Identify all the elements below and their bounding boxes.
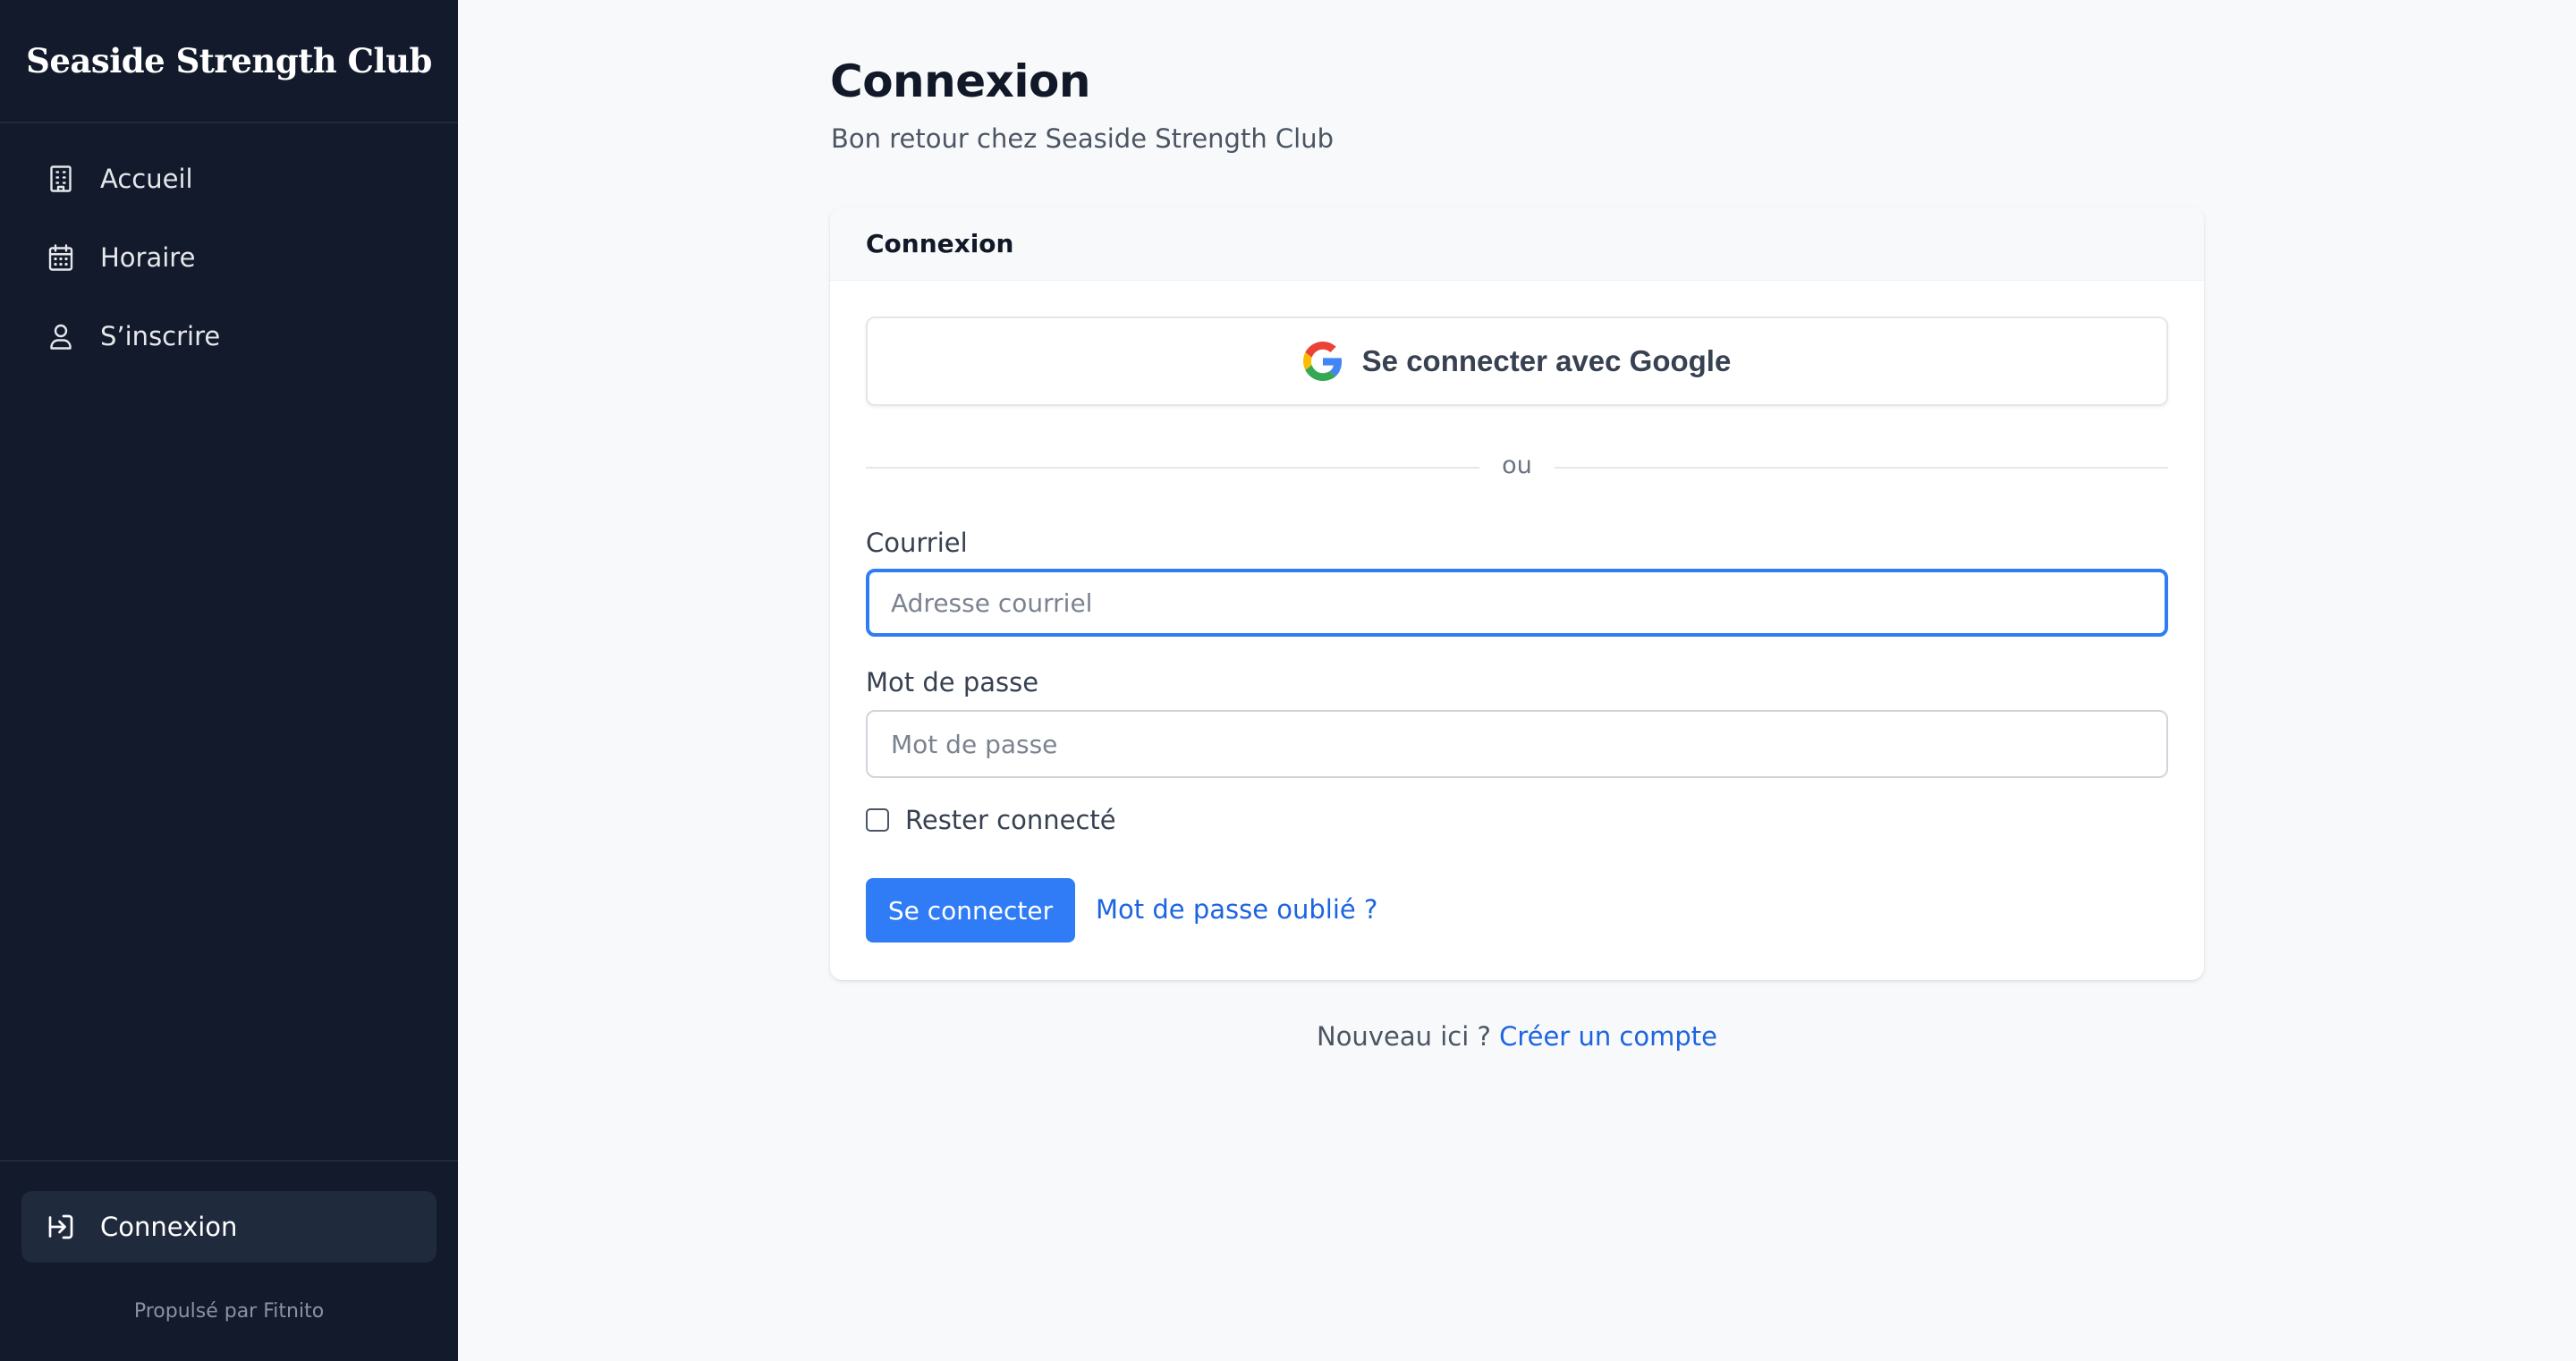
signup-line: Nouveau ici ? Créer un compte — [830, 1021, 2204, 1052]
remember-label: Rester connecté — [905, 805, 1116, 835]
google-button-label: Se connecter avec Google — [1361, 344, 1732, 377]
email-field[interactable] — [866, 569, 2168, 637]
create-account-link[interactable]: Créer un compte — [1499, 1021, 1717, 1052]
password-label: Mot de passe — [866, 667, 1039, 697]
login-card: Connexion Se connecter avec Google ou Co… — [830, 207, 2204, 980]
powered-by: Propulsé par Fitnito — [133, 1300, 325, 1323]
divider-text: ou — [1502, 452, 1532, 479]
page-title: Connexion — [830, 55, 1090, 107]
or-divider: ou — [866, 452, 2168, 479]
login-icon — [43, 1209, 79, 1245]
remember-checkbox[interactable] — [866, 808, 889, 832]
forgot-password-link[interactable]: Mot de passe oublié ? — [1096, 894, 1377, 925]
calendar-icon — [43, 240, 79, 275]
signup-prompt: Nouveau ici ? — [1317, 1021, 1491, 1052]
sidebar-item-connexion[interactable]: Connexion — [21, 1191, 436, 1263]
sidebar-nav: Accueil Horaire S’inscrire — [0, 123, 458, 376]
sidebar-item-label: Accueil — [100, 164, 193, 194]
user-icon — [43, 318, 79, 354]
email-label: Courriel — [866, 528, 968, 558]
sidebar-item-sinscrire[interactable]: S’inscrire — [0, 297, 458, 376]
sidebar-item-accueil[interactable]: Accueil — [0, 139, 458, 218]
password-field[interactable] — [866, 710, 2168, 778]
submit-button[interactable]: Se connecter — [866, 878, 1075, 943]
sidebar: Seaside Strength Club Accueil Horaire S’… — [0, 0, 458, 1361]
card-header: Connexion — [830, 207, 2204, 281]
google-icon — [1302, 342, 1342, 381]
building-icon — [43, 161, 79, 197]
remember-me[interactable]: Rester connecté — [866, 805, 1116, 835]
sidebar-item-label: S’inscrire — [100, 321, 221, 351]
google-signin-button[interactable]: Se connecter avec Google — [866, 317, 2168, 406]
page-subtitle: Bon retour chez Seaside Strength Club — [831, 123, 1335, 154]
sidebar-item-label: Connexion — [100, 1212, 238, 1242]
brand-title[interactable]: Seaside Strength Club — [0, 0, 458, 123]
sidebar-footer: Connexion Propulsé par Fitnito — [0, 1160, 458, 1361]
sidebar-item-horaire[interactable]: Horaire — [0, 218, 458, 297]
main-content: Connexion Bon retour chez Seaside Streng… — [458, 0, 2576, 1361]
divider-line-right — [1555, 467, 2168, 469]
sidebar-item-label: Horaire — [100, 242, 196, 273]
